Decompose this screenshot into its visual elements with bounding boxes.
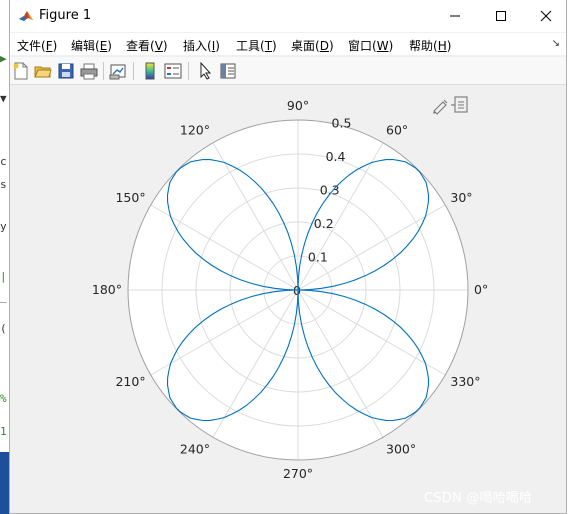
menu-desktop-label: 桌面( bbox=[291, 39, 320, 53]
theta-tick-label: 0° bbox=[474, 282, 488, 297]
background-fragment: y bbox=[0, 220, 7, 233]
r-tick-label: 0.3 bbox=[320, 183, 340, 198]
background-fragment: % bbox=[0, 392, 7, 405]
background-fragment: c bbox=[0, 155, 7, 168]
insert-legend-icon[interactable] bbox=[164, 62, 182, 80]
theta-tick-label: 240° bbox=[180, 441, 210, 456]
minimize-icon bbox=[450, 15, 460, 17]
menu-window-tail: ) bbox=[388, 39, 394, 53]
menu-file-key: F bbox=[45, 39, 53, 53]
menu-view[interactable]: 查看(V) bbox=[126, 37, 168, 54]
theta-tick-label: 330° bbox=[450, 374, 480, 389]
r-tick-label: 0.2 bbox=[314, 216, 334, 231]
maximize-icon bbox=[496, 11, 506, 21]
menu-insert-label: 插入( bbox=[183, 39, 212, 53]
background-fragment: _ bbox=[0, 290, 7, 303]
menu-insert-tail: ) bbox=[215, 39, 220, 53]
watermark-text: CSDN @喝哈喝哈 bbox=[424, 491, 533, 506]
link-plot-icon[interactable] bbox=[109, 62, 127, 80]
background-fragment: | bbox=[0, 270, 7, 283]
background-fragment: 1 bbox=[0, 425, 7, 438]
open-file-icon[interactable] bbox=[34, 62, 52, 80]
toolbar-separator bbox=[188, 62, 189, 80]
r-tick-label: 0.5 bbox=[332, 116, 352, 131]
menu-file[interactable]: 文件(F) bbox=[17, 37, 57, 54]
brush-edit-icon[interactable] bbox=[433, 99, 448, 115]
menu-desktop[interactable]: 桌面(D) bbox=[291, 37, 334, 54]
menu-window-key: W bbox=[376, 39, 389, 53]
matlab-logo-icon bbox=[18, 8, 34, 24]
background-fragment: s bbox=[0, 178, 7, 191]
close-button[interactable] bbox=[523, 0, 569, 32]
menu-dock-arrow-icon[interactable]: ↘ bbox=[552, 38, 560, 49]
close-icon bbox=[540, 10, 552, 22]
menu-help-key: H bbox=[437, 39, 447, 53]
theta-tick-label: 150° bbox=[115, 190, 145, 205]
figure-window: Figure 1 文件(F) 编辑(E) 查看(V) 插入(I) 工具(T) 桌… bbox=[9, 0, 567, 514]
export-icon[interactable] bbox=[451, 96, 468, 113]
menu-file-label: 文件( bbox=[17, 39, 46, 53]
new-figure-icon[interactable] bbox=[12, 62, 30, 80]
axes-toolbar-icons bbox=[433, 96, 468, 115]
background-fragment: ▶ bbox=[0, 52, 7, 65]
axes-toolbar bbox=[431, 95, 471, 119]
menu-tools[interactable]: 工具(T) bbox=[236, 37, 277, 54]
menu-help-label: 帮助( bbox=[409, 39, 438, 53]
property-inspector-icon[interactable] bbox=[219, 62, 237, 80]
r-tick-label: 0.1 bbox=[308, 250, 328, 265]
menu-tools-key: T bbox=[264, 39, 273, 53]
menu-view-label: 查看( bbox=[126, 39, 155, 53]
print-icon[interactable] bbox=[80, 62, 98, 80]
menu-view-tail: ) bbox=[162, 39, 168, 53]
theta-tick-label: 180° bbox=[92, 282, 122, 297]
theta-tick-label: 300° bbox=[386, 441, 416, 456]
window-title: Figure 1 bbox=[39, 8, 92, 23]
menu-edit[interactable]: 编辑(E) bbox=[71, 37, 112, 54]
menu-bar: 文件(F) 编辑(E) 查看(V) 插入(I) 工具(T) 桌面(D) 窗口(W… bbox=[10, 33, 566, 55]
background-taskbar-strip bbox=[0, 452, 9, 514]
menu-help-tail: ) bbox=[446, 39, 452, 53]
toolbar-separator bbox=[103, 62, 104, 80]
title-bar[interactable]: Figure 1 bbox=[10, 0, 566, 32]
figure-toolbar bbox=[10, 57, 566, 85]
save-icon[interactable] bbox=[57, 62, 75, 80]
insert-colorbar-icon[interactable] bbox=[141, 62, 159, 80]
r-tick-label: 0.4 bbox=[326, 149, 346, 164]
menu-window-label: 窗口( bbox=[348, 39, 377, 53]
background-fragment: ( bbox=[0, 322, 7, 335]
menu-window[interactable]: 窗口(W) bbox=[348, 37, 393, 54]
theta-tick-label: 210° bbox=[115, 374, 145, 389]
menu-file-tail: ) bbox=[52, 39, 58, 53]
background-fragment: ▼ bbox=[0, 92, 7, 105]
menu-tools-tail: ) bbox=[272, 39, 277, 53]
theta-tick-label: 60° bbox=[386, 123, 408, 138]
theta-tick-label: 270° bbox=[283, 466, 313, 481]
menu-edit-tail: ) bbox=[107, 39, 112, 53]
toolbar-separator bbox=[133, 62, 134, 80]
menu-insert[interactable]: 插入(I) bbox=[183, 37, 220, 54]
minimize-button[interactable] bbox=[432, 0, 478, 32]
theta-tick-label: 30° bbox=[450, 190, 472, 205]
menu-desktop-key: D bbox=[319, 39, 329, 53]
polar-axes[interactable]: 0° 30° 60° 90° 120° 150° 180° 210° 240° 270° 300° 3… bbox=[10, 86, 566, 504]
figure-canvas[interactable]: 0° 30° 60° 90° 120° 150° 180° 210° 240° 270° 300° 3… bbox=[10, 86, 566, 504]
theta-tick-label: 120° bbox=[180, 123, 210, 138]
menu-help[interactable]: 帮助(H) bbox=[409, 37, 451, 54]
pointer-edit-icon[interactable] bbox=[197, 62, 215, 80]
menu-edit-label: 编辑( bbox=[71, 39, 100, 53]
maximize-button[interactable] bbox=[478, 0, 524, 32]
menu-desktop-tail: ) bbox=[328, 39, 334, 53]
menu-view-key: V bbox=[154, 39, 163, 53]
polar-axes-layer: 0° 30° 60° 90° 120° 150° 180° 210° 240° 270° 300° 3… bbox=[92, 98, 488, 481]
menu-tools-label: 工具( bbox=[236, 39, 265, 53]
theta-tick-label: 90° bbox=[287, 98, 309, 113]
